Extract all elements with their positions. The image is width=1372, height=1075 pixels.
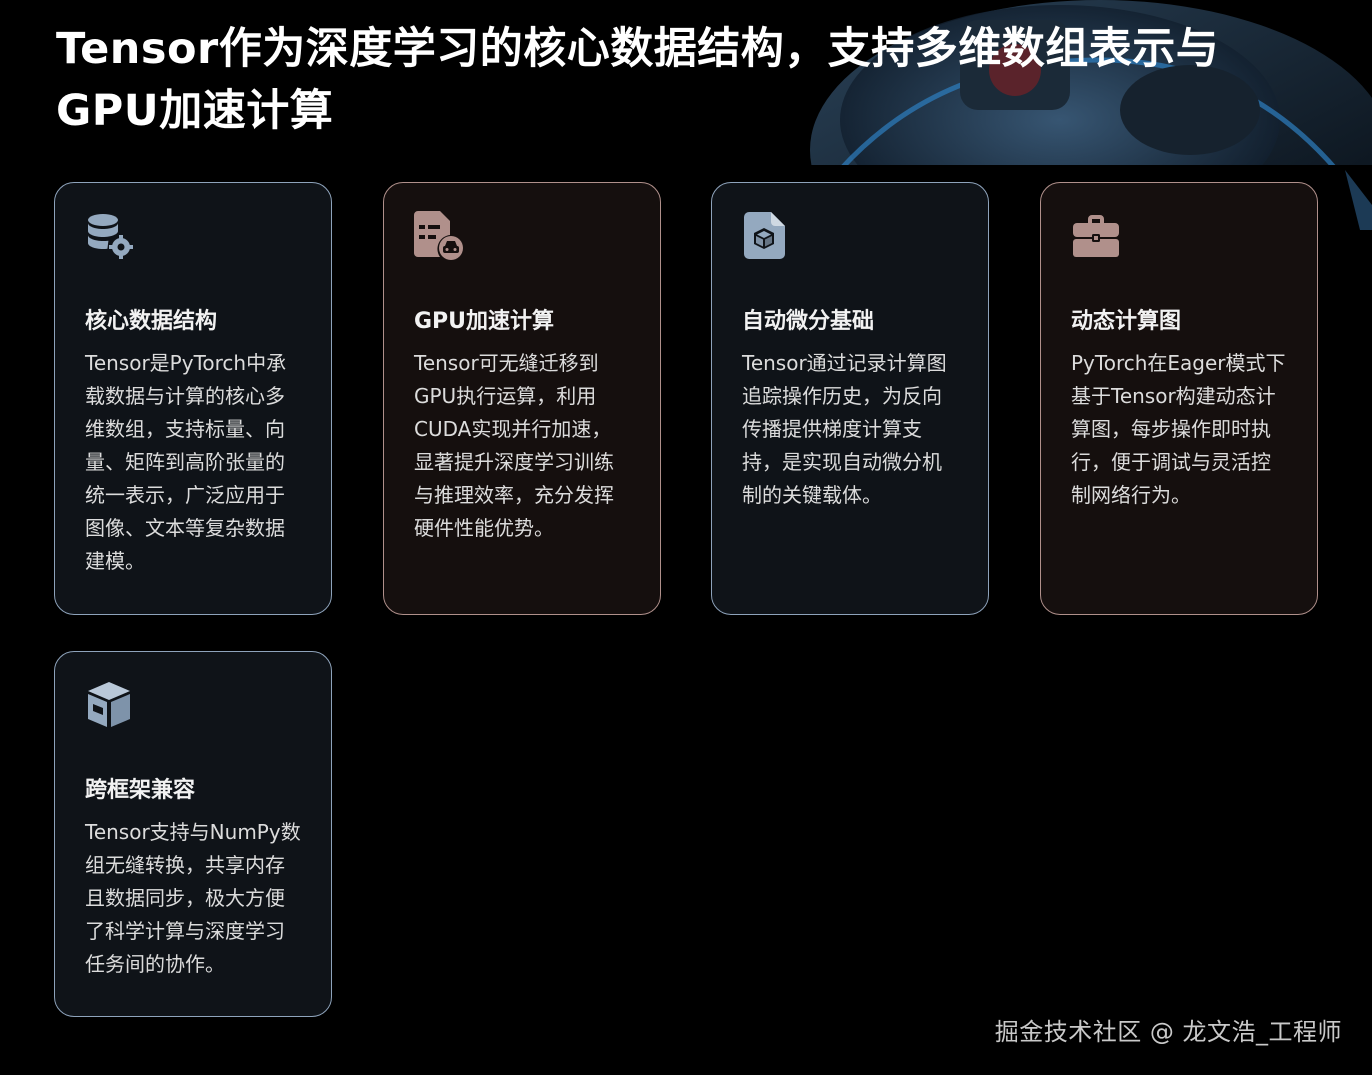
card-heading: GPU加速计算	[414, 309, 555, 334]
page-title: Tensor作为深度学习的核心数据结构，支持多维数组表示与GPU加速计算	[56, 24, 1220, 136]
card-description: Tensor是PyTorch中承载数据与计算的核心多维数组，支持标量、向量、矩阵…	[85, 351, 287, 573]
watermark-text: 掘金技术社区 @ 龙文浩_工程师	[994, 1018, 1342, 1046]
feature-card-core-data-structure: 核心数据结构 Tensor是PyTorch中承载数据与计算的核心多维数组，支持标…	[54, 182, 332, 615]
database-gear-icon	[85, 211, 135, 261]
card-description: Tensor可无缝迁移到GPU执行运算，利用CUDA实现并行加速，显著提升深度学…	[414, 351, 614, 540]
card-heading: 跨框架兼容	[85, 778, 196, 803]
file-car-icon	[414, 211, 464, 261]
file-cube-icon	[742, 211, 792, 261]
feature-card-gpu-acceleration: GPU加速计算 Tensor可无缝迁移到GPU执行运算，利用CUDA实现并行加速…	[383, 182, 661, 615]
card-heading: 自动微分基础	[742, 309, 875, 334]
feature-card-autograd: 自动微分基础 Tensor通过记录计算图追踪操作历史，为反向传播提供梯度计算支持…	[711, 182, 989, 615]
feature-card-dynamic-graph: 动态计算图 PyTorch在Eager模式下基于Tensor构建动态计算图，每步…	[1040, 182, 1318, 615]
toolbox-icon	[1071, 211, 1121, 261]
card-description: Tensor支持与NumPy数组无缝转换，共享内存且数据同步，极大方便了科学计算…	[85, 820, 301, 976]
card-heading: 动态计算图	[1071, 309, 1182, 334]
feature-card-cross-framework: 跨框架兼容 Tensor支持与NumPy数组无缝转换，共享内存且数据同步，极大方…	[54, 651, 332, 1017]
box-icon	[85, 680, 135, 730]
card-description: Tensor通过记录计算图追踪操作历史，为反向传播提供梯度计算支持，是实现自动微…	[742, 351, 947, 507]
card-description: PyTorch在Eager模式下基于Tensor构建动态计算图，每步操作即时执行…	[1071, 351, 1286, 507]
card-heading: 核心数据结构	[85, 309, 218, 334]
